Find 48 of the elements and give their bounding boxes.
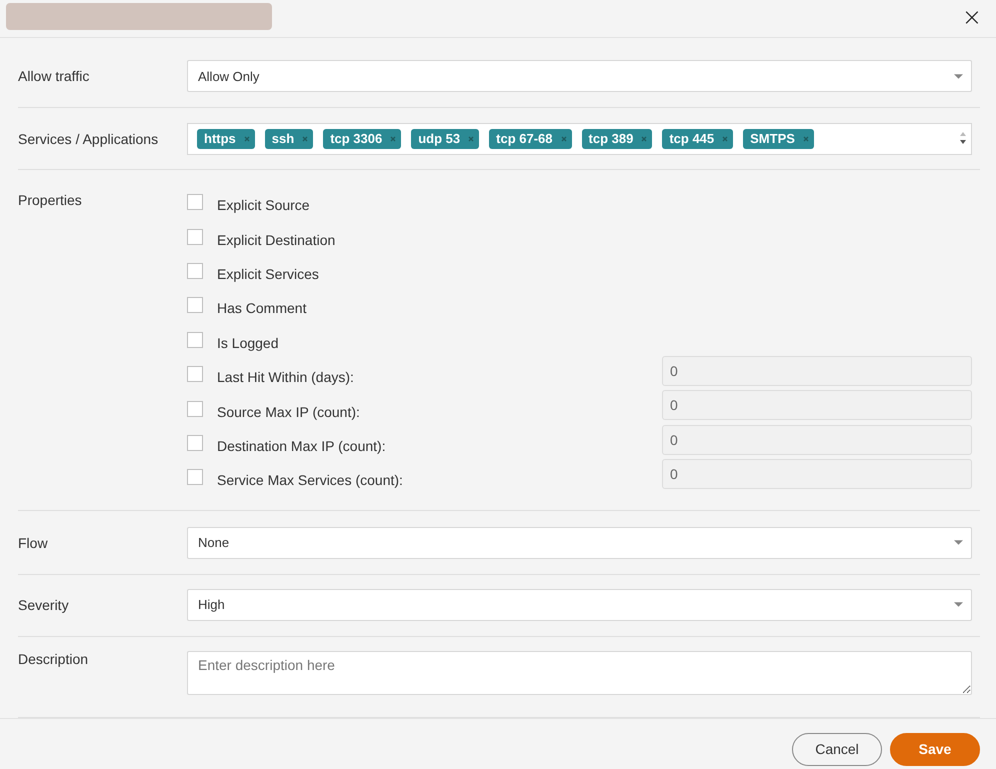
checkbox-label: Source Max IP (count): [217, 404, 360, 420]
close-button[interactable]: × [954, 2, 990, 30]
service-tag: tcp 389 [582, 129, 652, 149]
field-label: Severity [18, 596, 70, 613]
checkbox-label: Destination Max IP (count): [217, 438, 386, 454]
checkbox-label: Explicit Services [217, 266, 319, 282]
description-field[interactable]: Enter description here [187, 650, 972, 695]
checkbox-label: Has Comment [217, 300, 306, 316]
checkbox-label: Is Logged [217, 334, 278, 351]
save-button[interactable]: Save [890, 732, 980, 766]
caret-icon [954, 74, 963, 78]
field-label: Flow [18, 534, 49, 551]
remove-icon[interactable] [722, 136, 728, 142]
caret-icon [954, 540, 963, 546]
dropdown[interactable]: Allow Only [187, 60, 972, 92]
checkbox[interactable] [187, 332, 203, 348]
checkbox-label: Explicit Destination [217, 232, 336, 248]
checkbox[interactable] [187, 297, 203, 314]
field-label: Description [18, 650, 90, 667]
service-tag: SMTPS [743, 129, 814, 149]
service-tag: udp 53 [411, 129, 480, 149]
remove-icon[interactable] [641, 136, 648, 142]
checkbox-label: Service Max Services (count): [217, 472, 403, 488]
field-label: Allow traffic [18, 68, 90, 84]
remove-icon[interactable] [560, 136, 567, 142]
remove-icon[interactable] [302, 136, 308, 142]
checkbox[interactable] [187, 194, 203, 210]
service-tag: tcp 445 [662, 129, 734, 149]
remove-icon[interactable] [244, 136, 250, 142]
field-label: Services / Applications [18, 131, 160, 147]
checkbox[interactable] [187, 262, 203, 279]
checkbox[interactable] [187, 228, 203, 245]
caret-icon [954, 602, 963, 608]
service-tag: tcp 3306 [323, 129, 402, 149]
dropdown[interactable]: High [187, 588, 972, 621]
service-tag: https [197, 129, 255, 149]
service-tag: tcp 67-68 [489, 129, 572, 149]
dropdown[interactable]: None [187, 526, 972, 559]
cancel-button[interactable]: Cancel [792, 732, 882, 766]
remove-icon[interactable] [802, 136, 809, 142]
remove-icon[interactable] [390, 136, 396, 142]
tag-input[interactable]: https ssh tcp 3306 udp 53 tcp 67-68 tcp 389 tcp 445 SMTPS [187, 123, 972, 155]
remove-icon[interactable] [468, 136, 474, 142]
service-tag: ssh [264, 129, 314, 149]
checkbox-label: Explicit Source [217, 197, 310, 214]
field-label: Properties [18, 192, 83, 208]
scroll-arrows-icon[interactable] [959, 130, 967, 146]
checkbox-label: Last Hit Within (days): [217, 369, 354, 386]
